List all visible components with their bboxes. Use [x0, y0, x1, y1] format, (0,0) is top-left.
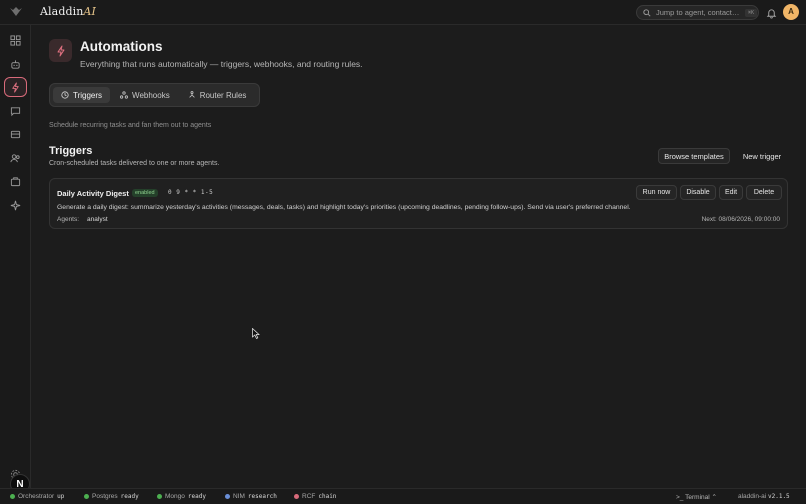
sidebar-item-workspace[interactable] [4, 171, 27, 191]
status-mongo: Mongo ready [157, 493, 206, 500]
tab-label: Webhooks [132, 90, 170, 100]
bell-icon[interactable] [766, 6, 777, 19]
briefcase-icon [10, 176, 21, 186]
tab-label: Triggers [73, 90, 103, 100]
trigger-description: Generate a daily digest: summarize yeste… [57, 204, 631, 211]
status-dot [10, 494, 15, 499]
terminal-icon: >_ [676, 494, 684, 501]
tab-webhooks[interactable]: Webhooks [112, 87, 178, 103]
users-icon [10, 153, 20, 162]
run-now-button[interactable]: Run now [636, 185, 677, 200]
automations-icon [49, 39, 72, 62]
sidebar-item-automations[interactable] [4, 77, 27, 97]
status-orchestrator: Orchestrator up [10, 493, 64, 500]
sidebar-item-messages[interactable] [4, 101, 27, 121]
grid-icon [10, 34, 21, 46]
agents-label: Agents: [57, 216, 80, 223]
mouse-cursor-icon [252, 326, 260, 339]
sidebar-item-integrations[interactable] [4, 195, 27, 215]
trigger-card: Daily Activity Digest enabled 0 9 * * 1-… [49, 178, 788, 229]
top-bar: AladdinAI ⌘K A [0, 0, 806, 25]
status-dot [294, 494, 299, 499]
agent-tag: analyst [87, 216, 108, 223]
lightning-icon [12, 81, 19, 93]
status-bar: Orchestrator up Postgres ready Mongo ready … [0, 488, 806, 504]
sidebar-item-contacts[interactable] [4, 148, 27, 168]
router-icon [189, 91, 195, 98]
section-title: Triggers [49, 145, 93, 157]
page-subtitle: Everything that runs automatically — tri… [80, 59, 363, 69]
status-dot [157, 494, 162, 499]
sidebar [0, 25, 31, 488]
delete-button[interactable]: Delete [746, 185, 782, 200]
trigger-agents: Agents: analyst [57, 216, 108, 223]
terminal-toggle[interactable]: >_ Terminal ⌃ [676, 493, 717, 501]
tab-bar: Triggers Webhooks Router Rules [49, 83, 260, 107]
webhook-icon [120, 91, 129, 99]
sparkle-icon [10, 200, 21, 210]
next-run: Next: 08/06/2026, 09:00:00 [701, 216, 780, 223]
ticket-icon [10, 130, 21, 138]
chat-icon [10, 106, 21, 116]
status-badge: enabled [132, 189, 158, 197]
avatar[interactable]: A [783, 4, 799, 20]
status-dot [225, 494, 230, 499]
tab-triggers[interactable]: Triggers [53, 87, 111, 103]
sidebar-item-agents[interactable] [4, 54, 27, 74]
robot-icon [11, 59, 20, 69]
sidebar-item-dashboard[interactable] [4, 30, 27, 50]
clock-icon [61, 91, 69, 99]
status-rcf: RCF chain [294, 493, 336, 500]
edit-button[interactable]: Edit [719, 185, 743, 200]
sidebar-item-deals[interactable] [4, 124, 27, 144]
page-title: Automations [80, 39, 163, 54]
tab-router-rules[interactable]: Router Rules [180, 87, 255, 103]
tab-label: Router Rules [199, 90, 247, 100]
trigger-name: Daily Activity Digest [57, 189, 129, 198]
brand-name: AladdinAI [40, 5, 96, 18]
search-box[interactable]: ⌘K [636, 5, 759, 20]
status-postgres: Postgres ready [84, 493, 139, 500]
cron-expression: 0 9 * * 1-5 [168, 189, 214, 196]
version-label: aladdin-ai v2.1.5 [738, 493, 790, 500]
disable-button[interactable]: Disable [680, 185, 716, 200]
section-hint: Schedule recurring tasks and fan them ou… [49, 122, 212, 129]
chevron-up-icon: ⌃ [711, 494, 717, 501]
section-subtitle: Cron-scheduled tasks delivered to one or… [49, 160, 220, 167]
search-icon [643, 8, 651, 17]
search-shortcut: ⌘K [745, 8, 758, 17]
search-input[interactable] [656, 8, 740, 17]
status-dot [84, 494, 89, 499]
new-trigger-button[interactable]: New trigger [736, 148, 788, 164]
browse-templates-button[interactable]: Browse templates [658, 148, 730, 164]
status-nim: NIM research [225, 493, 277, 500]
logo-icon[interactable] [8, 5, 24, 19]
